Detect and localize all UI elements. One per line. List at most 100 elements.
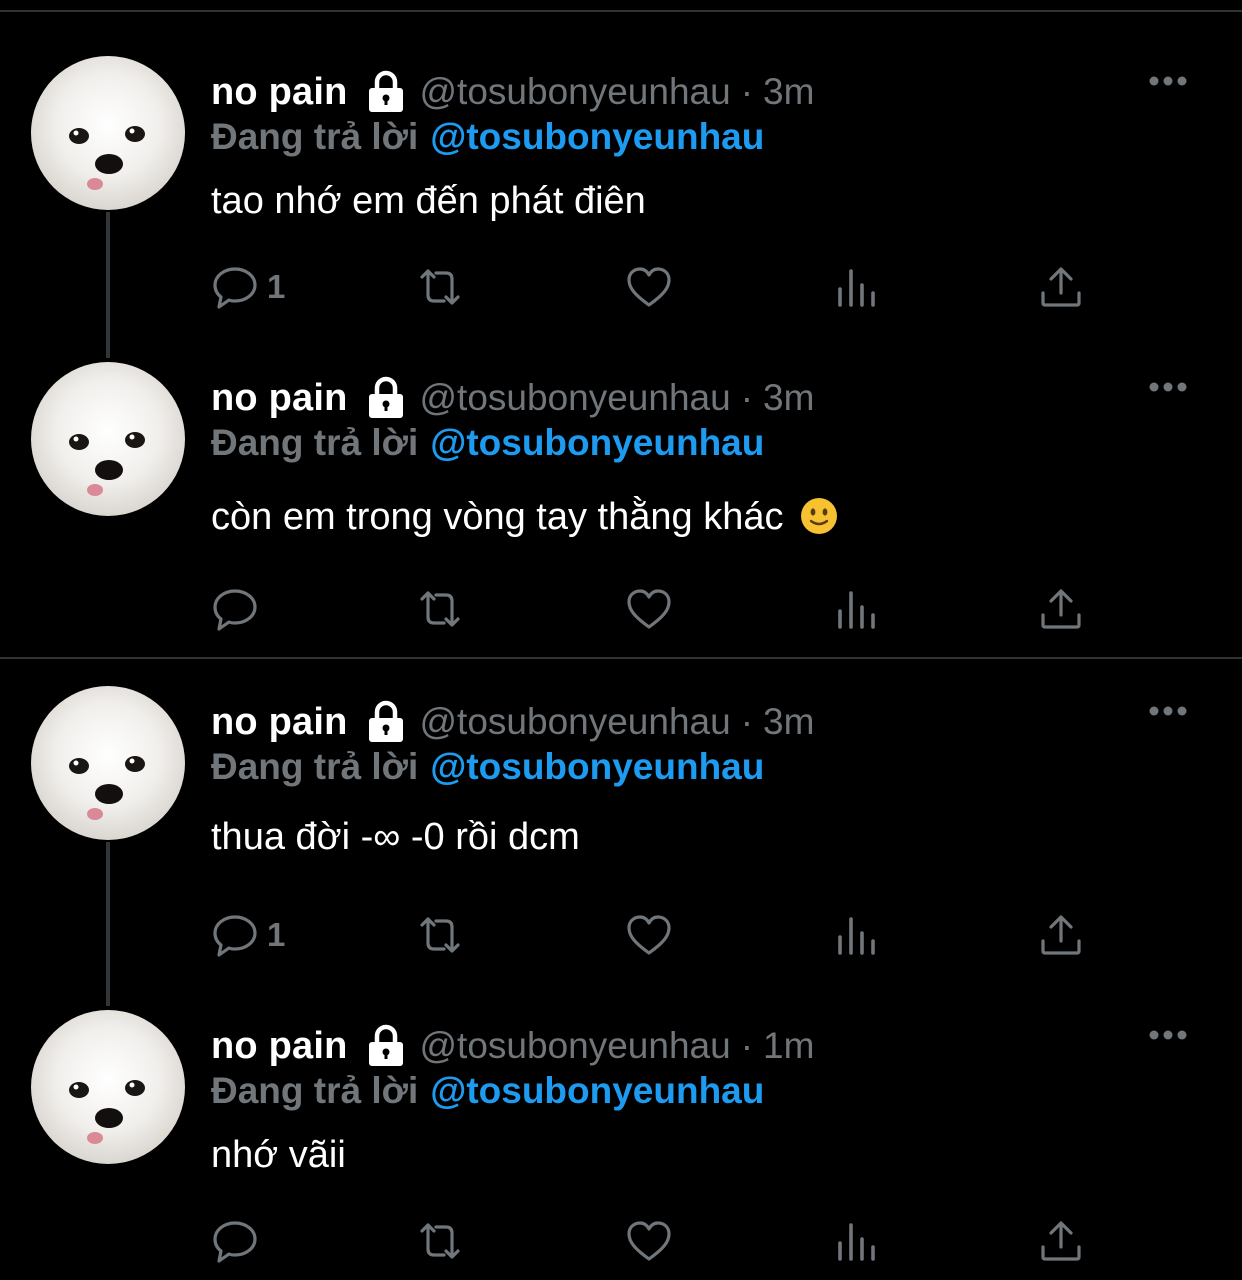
timestamp[interactable]: 1m [763,1025,814,1067]
retweet-icon [420,269,460,305]
tweet-header: no pain @tosubonyeunhau · 3m [211,370,814,426]
retweet-button[interactable] [416,910,464,960]
avatar[interactable] [31,56,185,210]
replying-label: Đang trả lời [211,1070,419,1111]
reply-button[interactable] [211,1216,267,1266]
like-button[interactable] [625,584,673,634]
separator-dot: · [740,71,754,112]
reply-icon [213,589,257,631]
reply-icon [213,1221,257,1263]
more-icon[interactable] [1148,74,1188,88]
retweet-icon [420,591,460,627]
retweet-button[interactable] [416,584,464,634]
analytics-button[interactable] [833,1216,881,1266]
reply-icon [213,915,257,957]
tweet[interactable]: no pain @tosubonyeunhau · 1m Đang trả lờ… [0,1010,1242,1278]
thread-divider [0,657,1242,659]
lock-icon [368,700,403,742]
replying-to: Đang trả lời @tosubonyeunhau [211,116,764,158]
analytics-icon [838,591,875,629]
share-icon [1041,1221,1081,1261]
retweet-button[interactable] [416,262,464,312]
like-button[interactable] [625,1216,673,1266]
like-icon [627,267,671,307]
dog-avatar-icon [69,432,145,496]
replying-to: Đang trả lời @tosubonyeunhau [211,1070,764,1112]
like-icon [627,915,671,955]
like-icon [627,1221,671,1261]
analytics-button[interactable] [833,910,881,960]
tweet-header: no pain @tosubonyeunhau · 3m [211,694,814,750]
like-button[interactable] [625,910,673,960]
user-handle[interactable]: @tosubonyeunhau [420,1025,731,1067]
tweet-header: no pain @tosubonyeunhau · 3m [211,64,814,120]
display-name[interactable]: no pain [211,1025,348,1068]
share-button[interactable] [1037,584,1085,634]
separator-dot: · [740,1025,754,1066]
dog-avatar-icon [69,1080,145,1144]
analytics-button[interactable] [833,262,881,312]
reply-icon [213,267,257,309]
more-icon[interactable] [1148,704,1188,718]
reply-count: 1 [267,268,286,305]
avatar[interactable] [31,1010,185,1164]
like-icon [627,589,671,629]
replying-label: Đang trả lời [211,116,419,157]
display-name[interactable]: no pain [211,377,348,420]
more-icon[interactable] [1148,1028,1188,1042]
share-button[interactable] [1037,262,1085,312]
reply-button[interactable]: 1 [211,262,285,312]
analytics-icon [838,917,875,955]
tweet-actions [211,584,1111,634]
tweet-header: no pain @tosubonyeunhau · 1m [211,1018,814,1074]
reply-mention-link[interactable]: @tosubonyeunhau [430,116,764,157]
share-button[interactable] [1037,1216,1085,1266]
slightly-smiling-face-emoji [801,498,838,534]
user-handle[interactable]: @tosubonyeunhau [420,701,731,743]
reply-mention-link[interactable]: @tosubonyeunhau [430,1070,764,1111]
timestamp[interactable]: 3m [763,71,814,113]
separator-dot: · [740,701,754,742]
avatar[interactable] [31,362,185,516]
reply-mention-link[interactable]: @tosubonyeunhau [430,422,764,463]
reply-button[interactable]: 1 [211,910,285,960]
retweet-icon [420,917,460,953]
tweet[interactable]: no pain @tosubonyeunhau · 3m Đang trả lờ… [0,56,1242,326]
timestamp[interactable]: 3m [763,701,814,743]
dog-avatar-icon [69,756,145,820]
user-handle[interactable]: @tosubonyeunhau [420,377,731,419]
tweet-actions: 1 [211,910,1111,960]
tweet-text: còn em trong vòng tay thằng khác [211,496,784,538]
avatar[interactable] [31,686,185,840]
lock-icon [368,70,403,112]
tweet-text: thua đời -∞ -0 rồi dcm [211,816,580,858]
replying-label: Đang trả lời [211,746,419,787]
user-handle[interactable]: @tosubonyeunhau [420,71,731,113]
share-icon [1041,267,1081,307]
tweet[interactable]: no pain @tosubonyeunhau · 3m Đang trả lờ… [0,362,1242,652]
dog-avatar-icon [69,126,145,190]
tweet[interactable]: no pain @tosubonyeunhau · 3m Đang trả lờ… [0,686,1242,966]
more-icon[interactable] [1148,380,1188,394]
display-name[interactable]: no pain [211,701,348,744]
analytics-button[interactable] [833,584,881,634]
reply-count: 1 [267,916,286,953]
reply-button[interactable] [211,584,267,634]
tweet-text: tao nhớ em đến phát điên [211,180,646,222]
share-button[interactable] [1037,910,1085,960]
tweet-text-line: còn em trong vòng tay thằng khác [211,496,838,539]
analytics-icon [838,1223,875,1261]
tweet-actions: 1 [211,262,1111,312]
tweet-text: nhớ vãii [211,1134,346,1176]
timestamp[interactable]: 3m [763,377,814,419]
share-icon [1041,589,1081,629]
display-name[interactable]: no pain [211,71,348,114]
lock-icon [368,1024,403,1066]
like-button[interactable] [625,262,673,312]
share-icon [1041,915,1081,955]
replying-label: Đang trả lời [211,422,419,463]
replying-to: Đang trả lời @tosubonyeunhau [211,422,764,464]
replying-to: Đang trả lời @tosubonyeunhau [211,746,764,788]
retweet-button[interactable] [416,1216,464,1266]
reply-mention-link[interactable]: @tosubonyeunhau [430,746,764,787]
